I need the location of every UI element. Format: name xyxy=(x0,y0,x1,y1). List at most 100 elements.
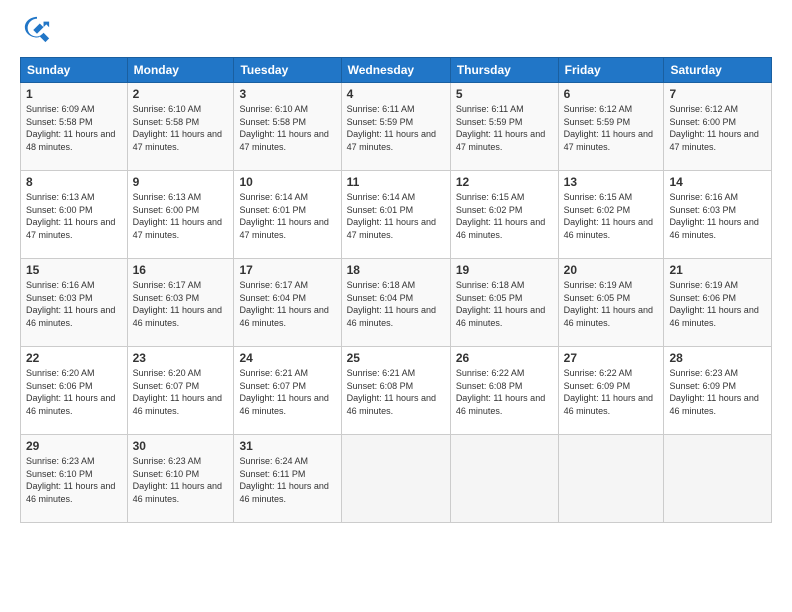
weekday-header-wednesday: Wednesday xyxy=(341,58,450,83)
day-number: 30 xyxy=(133,439,229,453)
weekday-header-sunday: Sunday xyxy=(21,58,128,83)
day-info: Sunrise: 6:18 AM Sunset: 6:04 PM Dayligh… xyxy=(347,280,436,328)
calendar-cell: 29 Sunrise: 6:23 AM Sunset: 6:10 PM Dayl… xyxy=(21,435,128,523)
day-number: 5 xyxy=(456,87,553,101)
day-info: Sunrise: 6:21 AM Sunset: 6:07 PM Dayligh… xyxy=(239,368,328,416)
day-info: Sunrise: 6:13 AM Sunset: 6:00 PM Dayligh… xyxy=(26,192,115,240)
day-number: 22 xyxy=(26,351,122,365)
day-info: Sunrise: 6:13 AM Sunset: 6:00 PM Dayligh… xyxy=(133,192,222,240)
calendar-week-row-2: 8 Sunrise: 6:13 AM Sunset: 6:00 PM Dayli… xyxy=(21,171,772,259)
calendar-week-row-1: 1 Sunrise: 6:09 AM Sunset: 5:58 PM Dayli… xyxy=(21,83,772,171)
weekday-header-tuesday: Tuesday xyxy=(234,58,341,83)
calendar-cell: 13 Sunrise: 6:15 AM Sunset: 6:02 PM Dayl… xyxy=(558,171,664,259)
calendar-cell: 6 Sunrise: 6:12 AM Sunset: 5:59 PM Dayli… xyxy=(558,83,664,171)
weekday-header-thursday: Thursday xyxy=(450,58,558,83)
calendar-cell: 11 Sunrise: 6:14 AM Sunset: 6:01 PM Dayl… xyxy=(341,171,450,259)
day-number: 18 xyxy=(347,263,445,277)
day-number: 2 xyxy=(133,87,229,101)
day-number: 4 xyxy=(347,87,445,101)
calendar-cell: 23 Sunrise: 6:20 AM Sunset: 6:07 PM Dayl… xyxy=(127,347,234,435)
day-number: 12 xyxy=(456,175,553,189)
day-number: 9 xyxy=(133,175,229,189)
weekday-header-saturday: Saturday xyxy=(664,58,772,83)
day-info: Sunrise: 6:10 AM Sunset: 5:58 PM Dayligh… xyxy=(133,104,222,152)
day-number: 11 xyxy=(347,175,445,189)
day-number: 19 xyxy=(456,263,553,277)
day-number: 20 xyxy=(564,263,659,277)
day-number: 27 xyxy=(564,351,659,365)
day-info: Sunrise: 6:24 AM Sunset: 6:11 PM Dayligh… xyxy=(239,456,328,504)
header xyxy=(20,16,772,49)
calendar-cell: 12 Sunrise: 6:15 AM Sunset: 6:02 PM Dayl… xyxy=(450,171,558,259)
day-info: Sunrise: 6:23 AM Sunset: 6:09 PM Dayligh… xyxy=(669,368,758,416)
logo xyxy=(20,16,55,49)
day-number: 7 xyxy=(669,87,766,101)
day-info: Sunrise: 6:17 AM Sunset: 6:04 PM Dayligh… xyxy=(239,280,328,328)
day-info: Sunrise: 6:23 AM Sunset: 6:10 PM Dayligh… xyxy=(26,456,115,504)
calendar-cell: 18 Sunrise: 6:18 AM Sunset: 6:04 PM Dayl… xyxy=(341,259,450,347)
calendar-cell: 15 Sunrise: 6:16 AM Sunset: 6:03 PM Dayl… xyxy=(21,259,128,347)
weekday-header-friday: Friday xyxy=(558,58,664,83)
day-info: Sunrise: 6:20 AM Sunset: 6:07 PM Dayligh… xyxy=(133,368,222,416)
calendar-cell: 19 Sunrise: 6:18 AM Sunset: 6:05 PM Dayl… xyxy=(450,259,558,347)
calendar-cell: 2 Sunrise: 6:10 AM Sunset: 5:58 PM Dayli… xyxy=(127,83,234,171)
calendar-cell: 24 Sunrise: 6:21 AM Sunset: 6:07 PM Dayl… xyxy=(234,347,341,435)
day-info: Sunrise: 6:10 AM Sunset: 5:58 PM Dayligh… xyxy=(239,104,328,152)
day-info: Sunrise: 6:23 AM Sunset: 6:10 PM Dayligh… xyxy=(133,456,222,504)
day-number: 3 xyxy=(239,87,335,101)
day-info: Sunrise: 6:22 AM Sunset: 6:08 PM Dayligh… xyxy=(456,368,545,416)
calendar-cell: 30 Sunrise: 6:23 AM Sunset: 6:10 PM Dayl… xyxy=(127,435,234,523)
day-info: Sunrise: 6:19 AM Sunset: 6:05 PM Dayligh… xyxy=(564,280,653,328)
day-number: 13 xyxy=(564,175,659,189)
day-info: Sunrise: 6:15 AM Sunset: 6:02 PM Dayligh… xyxy=(456,192,545,240)
calendar-cell: 27 Sunrise: 6:22 AM Sunset: 6:09 PM Dayl… xyxy=(558,347,664,435)
calendar-cell xyxy=(341,435,450,523)
day-info: Sunrise: 6:12 AM Sunset: 5:59 PM Dayligh… xyxy=(564,104,653,152)
calendar-week-row-3: 15 Sunrise: 6:16 AM Sunset: 6:03 PM Dayl… xyxy=(21,259,772,347)
calendar-cell: 17 Sunrise: 6:17 AM Sunset: 6:04 PM Dayl… xyxy=(234,259,341,347)
calendar-cell: 9 Sunrise: 6:13 AM Sunset: 6:00 PM Dayli… xyxy=(127,171,234,259)
day-info: Sunrise: 6:09 AM Sunset: 5:58 PM Dayligh… xyxy=(26,104,115,152)
calendar-cell: 4 Sunrise: 6:11 AM Sunset: 5:59 PM Dayli… xyxy=(341,83,450,171)
calendar-cell: 7 Sunrise: 6:12 AM Sunset: 6:00 PM Dayli… xyxy=(664,83,772,171)
calendar-cell: 20 Sunrise: 6:19 AM Sunset: 6:05 PM Dayl… xyxy=(558,259,664,347)
day-number: 21 xyxy=(669,263,766,277)
day-number: 24 xyxy=(239,351,335,365)
day-info: Sunrise: 6:14 AM Sunset: 6:01 PM Dayligh… xyxy=(239,192,328,240)
day-number: 15 xyxy=(26,263,122,277)
day-info: Sunrise: 6:12 AM Sunset: 6:00 PM Dayligh… xyxy=(669,104,758,152)
calendar-cell xyxy=(450,435,558,523)
day-info: Sunrise: 6:16 AM Sunset: 6:03 PM Dayligh… xyxy=(669,192,758,240)
day-number: 14 xyxy=(669,175,766,189)
day-number: 10 xyxy=(239,175,335,189)
day-number: 28 xyxy=(669,351,766,365)
day-number: 1 xyxy=(26,87,122,101)
calendar-cell: 28 Sunrise: 6:23 AM Sunset: 6:09 PM Dayl… xyxy=(664,347,772,435)
day-number: 25 xyxy=(347,351,445,365)
day-number: 26 xyxy=(456,351,553,365)
calendar-cell: 3 Sunrise: 6:10 AM Sunset: 5:58 PM Dayli… xyxy=(234,83,341,171)
day-info: Sunrise: 6:14 AM Sunset: 6:01 PM Dayligh… xyxy=(347,192,436,240)
calendar-table: SundayMondayTuesdayWednesdayThursdayFrid… xyxy=(20,57,772,523)
calendar-cell xyxy=(664,435,772,523)
calendar-cell: 31 Sunrise: 6:24 AM Sunset: 6:11 PM Dayl… xyxy=(234,435,341,523)
calendar-week-row-4: 22 Sunrise: 6:20 AM Sunset: 6:06 PM Dayl… xyxy=(21,347,772,435)
day-number: 6 xyxy=(564,87,659,101)
day-info: Sunrise: 6:17 AM Sunset: 6:03 PM Dayligh… xyxy=(133,280,222,328)
day-info: Sunrise: 6:15 AM Sunset: 6:02 PM Dayligh… xyxy=(564,192,653,240)
calendar-cell: 8 Sunrise: 6:13 AM Sunset: 6:00 PM Dayli… xyxy=(21,171,128,259)
day-info: Sunrise: 6:19 AM Sunset: 6:06 PM Dayligh… xyxy=(669,280,758,328)
day-info: Sunrise: 6:11 AM Sunset: 5:59 PM Dayligh… xyxy=(456,104,545,152)
day-number: 23 xyxy=(133,351,229,365)
day-info: Sunrise: 6:20 AM Sunset: 6:06 PM Dayligh… xyxy=(26,368,115,416)
day-number: 29 xyxy=(26,439,122,453)
day-info: Sunrise: 6:18 AM Sunset: 6:05 PM Dayligh… xyxy=(456,280,545,328)
weekday-header-monday: Monday xyxy=(127,58,234,83)
day-info: Sunrise: 6:11 AM Sunset: 5:59 PM Dayligh… xyxy=(347,104,436,152)
page: SundayMondayTuesdayWednesdayThursdayFrid… xyxy=(0,0,792,612)
weekday-header-row: SundayMondayTuesdayWednesdayThursdayFrid… xyxy=(21,58,772,83)
calendar-cell xyxy=(558,435,664,523)
calendar-cell: 10 Sunrise: 6:14 AM Sunset: 6:01 PM Dayl… xyxy=(234,171,341,259)
calendar-cell: 16 Sunrise: 6:17 AM Sunset: 6:03 PM Dayl… xyxy=(127,259,234,347)
day-number: 17 xyxy=(239,263,335,277)
